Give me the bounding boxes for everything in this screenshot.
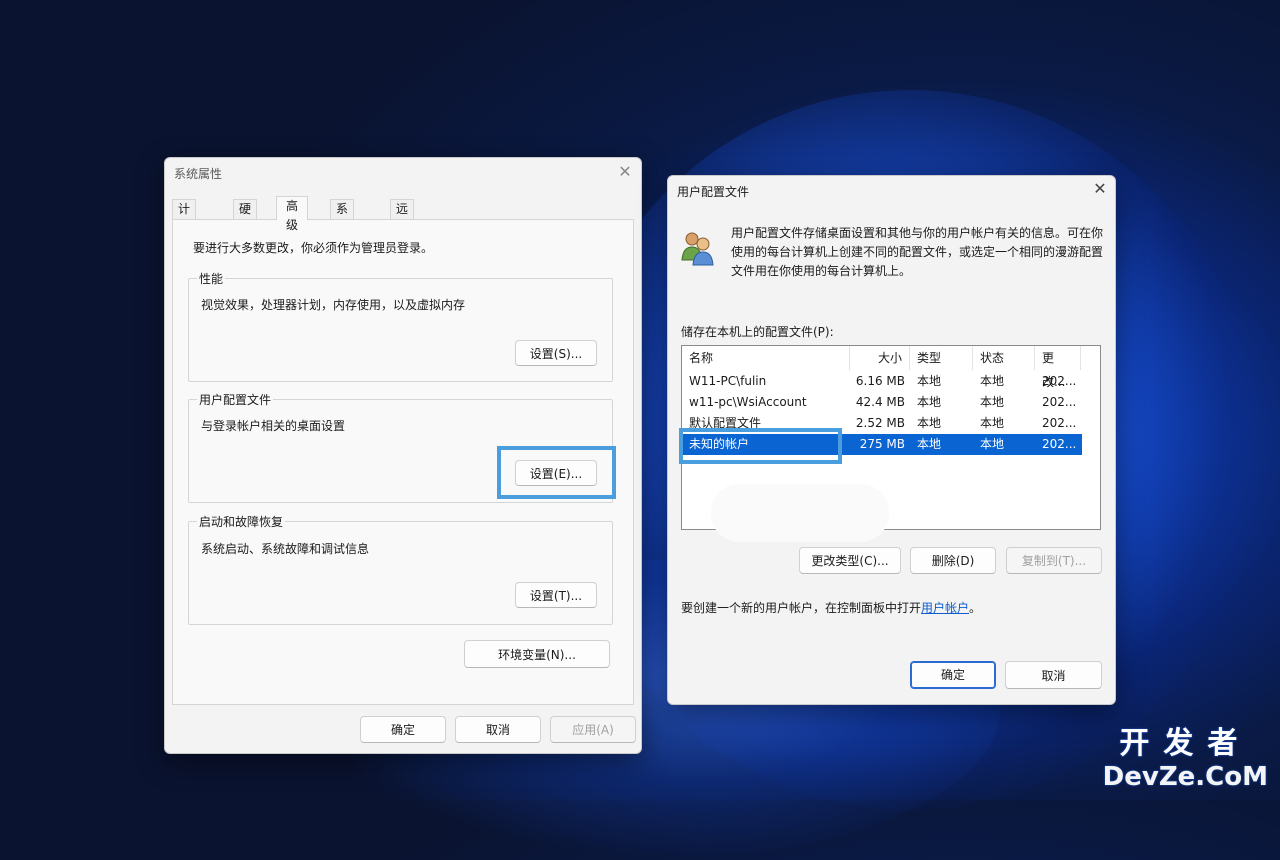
performance-label: 性能 [197, 270, 226, 287]
admin-note: 要进行大多数更改，你必须作为管理员登录。 [193, 241, 434, 255]
cell-modified: 202... [1042, 395, 1077, 409]
tab-remote[interactable]: 远程 [390, 199, 415, 235]
user-profiles-label: 用户配置文件 [197, 391, 274, 408]
user-profiles-dialog: 用户配置文件 ✕ 用户配置文件存储桌面设置和其他与你的用户帐户有关的信息。可在你… [667, 175, 1116, 705]
window-title: 系统属性 [174, 167, 223, 181]
system-properties-window: 系统属性 ✕ 计算机名 硬件 高级 系统保护 远程 要进行大多数更改，你必须作为… [164, 157, 642, 754]
cell-type: 本地 [917, 374, 942, 388]
table-row[interactable]: w11-pc\WsiAccount 42.4 MB 本地 本地 202... [682, 392, 1082, 413]
change-type-button[interactable]: 更改类型(C)... [799, 547, 901, 574]
performance-group: 性能 视觉效果，处理器计划，内存使用，以及虚拟内存 设置(S)... [188, 270, 613, 382]
table-row[interactable]: W11-PC\fulin 6.16 MB 本地 本地 202... [682, 371, 1082, 392]
cancel-button[interactable]: 取消 [455, 716, 541, 743]
close-icon[interactable]: ✕ [605, 158, 641, 186]
annotation-highlight-settings [497, 446, 616, 499]
user-profiles-desc: 与登录帐户相关的桌面设置 [201, 419, 346, 433]
copy-to-button[interactable]: 复制到(T)... [1006, 547, 1102, 574]
stored-profiles-label: 储存在本机上的配置文件(P): [681, 325, 834, 339]
cell-type: 本地 [917, 437, 942, 451]
titlebar: 用户配置文件 ✕ [668, 176, 1115, 204]
cell-size: 275 MB [859, 437, 905, 451]
column-name[interactable]: 名称 [682, 346, 850, 370]
startup-recovery-group: 启动和故障恢复 系统启动、系统故障和调试信息 设置(T)... [188, 513, 613, 625]
cell-modified: 202... [1042, 374, 1077, 388]
cell-size: 2.52 MB [855, 416, 905, 430]
dialog-title: 用户配置文件 [677, 185, 750, 199]
cell-status: 本地 [980, 374, 1005, 388]
user-accounts-link[interactable]: 用户帐户 [921, 601, 969, 615]
column-size[interactable]: 大小 [850, 346, 910, 370]
cell-name: W11-PC\fulin [689, 374, 767, 388]
create-account-note: 要创建一个新的用户帐户，在控制面板中打开用户帐户。 [681, 599, 981, 616]
delete-button[interactable]: 删除(D) [910, 547, 996, 574]
startup-recovery-desc: 系统启动、系统故障和调试信息 [201, 542, 370, 556]
cell-status: 本地 [980, 437, 1005, 451]
tab-advanced[interactable]: 高级 [276, 196, 309, 232]
users-icon [681, 230, 715, 266]
cell-type: 本地 [917, 395, 942, 409]
performance-settings-button[interactable]: 设置(S)... [515, 340, 597, 366]
cell-status: 本地 [980, 395, 1005, 409]
watermark-line2: DevZe.CoM [1102, 762, 1268, 792]
environment-variables-button[interactable]: 环境变量(N)... [464, 640, 610, 668]
performance-desc: 视觉效果，处理器计划，内存使用，以及虚拟内存 [201, 298, 466, 312]
titlebar: 系统属性 ✕ [165, 158, 641, 186]
ok-button[interactable]: 确定 [360, 716, 446, 743]
cell-modified: 202... [1042, 437, 1077, 451]
startup-settings-button[interactable]: 设置(T)... [515, 582, 597, 608]
column-status[interactable]: 状态 [973, 346, 1035, 370]
site-watermark: 开发者 DevZe.CoM [1103, 718, 1268, 792]
redaction-blur [711, 484, 889, 542]
tab-computer-name[interactable]: 计算机名 [172, 199, 197, 273]
startup-recovery-label: 启动和故障恢复 [197, 513, 286, 530]
create-note-text: 要创建一个新的用户帐户，在控制面板中打开 [681, 601, 922, 615]
cell-status: 本地 [980, 416, 1005, 430]
cancel-button[interactable]: 取消 [1005, 661, 1102, 689]
cell-size: 6.16 MB [855, 374, 905, 388]
cell-type: 本地 [917, 416, 942, 430]
column-type[interactable]: 类型 [910, 346, 973, 370]
apply-button[interactable]: 应用(A) [550, 716, 636, 743]
ok-button[interactable]: 确定 [910, 661, 996, 689]
list-header: 名称 大小 类型 状态 更改... [682, 346, 1100, 389]
watermark-line1: 开发者 [1119, 726, 1252, 761]
tab-system-protection[interactable]: 系统保护 [330, 199, 355, 273]
cell-name: w11-pc\WsiAccount [689, 395, 807, 409]
cell-modified: 202... [1042, 416, 1077, 430]
column-modified[interactable]: 更改... [1035, 346, 1081, 389]
cell-size: 42.4 MB [855, 395, 905, 409]
close-icon[interactable]: ✕ [1080, 176, 1115, 203]
intro-text: 用户配置文件存储桌面设置和其他与你的用户帐户有关的信息。可在你使用的每台计算机上… [731, 226, 1104, 278]
annotation-highlight-unknown-account [679, 428, 842, 464]
create-note-end: 。 [969, 601, 982, 615]
tab-hardware[interactable]: 硬件 [233, 199, 258, 235]
